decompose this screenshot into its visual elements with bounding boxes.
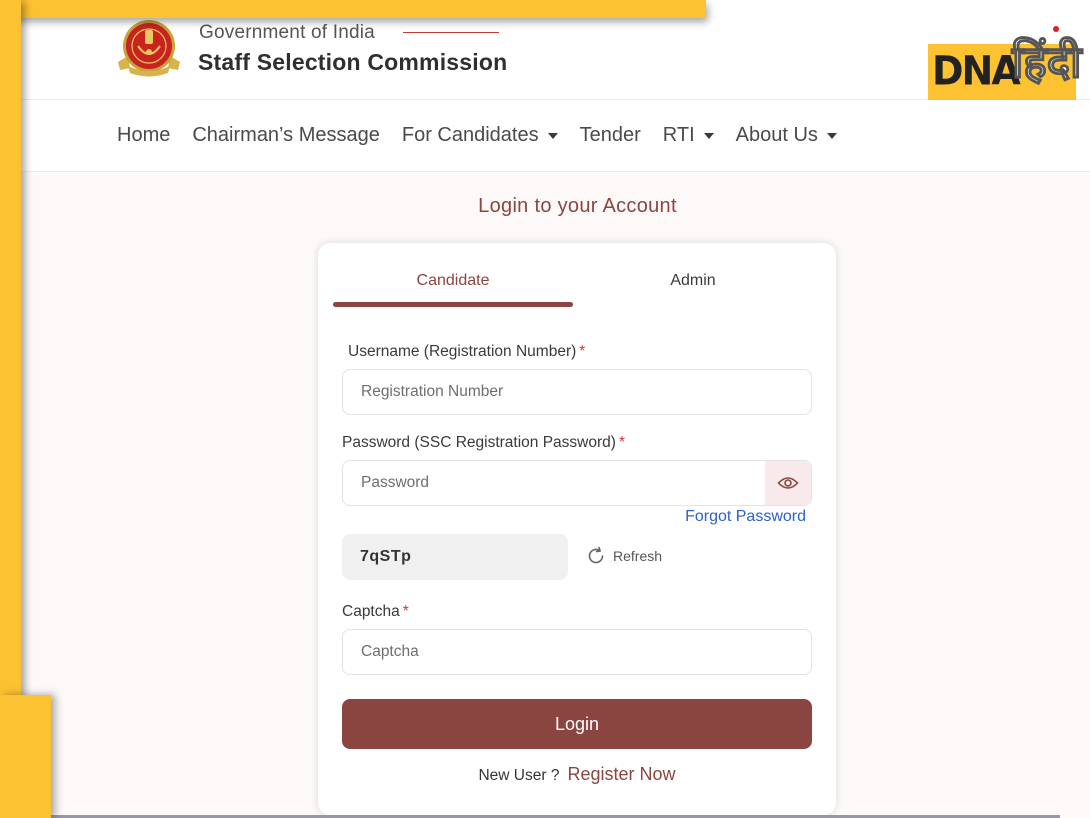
- dna-hindi-watermark: DNA हिंदी: [926, 22, 1090, 106]
- forgot-password-link[interactable]: Forgot Password: [685, 508, 806, 526]
- nav-item-chairmans-message[interactable]: Chairman’s Message: [192, 124, 380, 147]
- nav-label: For Candidates: [401, 124, 539, 146]
- required-mark: *: [618, 434, 625, 451]
- new-user-row: New User ? Register Now: [318, 764, 836, 785]
- nav-list: Home Chairman’s Message For Candidates T…: [117, 124, 859, 147]
- org-subtitle: Government of India: [199, 22, 375, 43]
- frame-border-top: [0, 0, 706, 18]
- username-label: Username (Registration Number) *: [348, 343, 585, 361]
- login-button[interactable]: Login: [342, 699, 812, 749]
- captcha-label: Captcha *: [342, 603, 409, 621]
- active-tab-indicator: [333, 302, 573, 307]
- new-user-text: New User ?: [478, 767, 560, 784]
- watermark-hindi: हिंदी: [1011, 36, 1082, 89]
- nav-item-tender[interactable]: Tender: [580, 124, 641, 147]
- frame-border-left: [0, 0, 21, 700]
- required-mark: *: [579, 343, 586, 360]
- required-mark: *: [402, 603, 409, 620]
- frame-border-left-lower: [0, 695, 51, 818]
- nav-label: About Us: [735, 124, 818, 146]
- watermark-dot: [1053, 26, 1059, 32]
- tab-admin[interactable]: Admin: [573, 272, 813, 290]
- subtitle-rule: [403, 32, 499, 33]
- main-nav: Home Chairman’s Message For Candidates T…: [0, 100, 1090, 172]
- captcha-label-text: Captcha: [342, 603, 400, 620]
- password-field-group: [342, 460, 812, 506]
- show-password-button[interactable]: [765, 461, 811, 505]
- refresh-label: Refresh: [613, 548, 663, 564]
- password-label: Password (SSC Registration Password) *: [342, 434, 625, 452]
- username-label-text: Username (Registration Number): [348, 343, 577, 360]
- register-now-link[interactable]: Register Now: [567, 764, 675, 784]
- caret-down-icon: [547, 132, 558, 139]
- password-input[interactable]: [342, 460, 812, 506]
- login-card: Candidate Admin Username (Registration N…: [318, 243, 836, 815]
- username-input[interactable]: [342, 369, 812, 415]
- nav-item-for-candidates[interactable]: For Candidates: [402, 124, 558, 147]
- tab-candidate[interactable]: Candidate: [333, 272, 573, 290]
- login-tabs: Candidate Admin: [333, 263, 813, 309]
- refresh-captcha-button[interactable]: Refresh: [586, 546, 662, 566]
- org-title[interactable]: Staff Selection Commission: [198, 49, 507, 76]
- caret-down-icon: [826, 132, 837, 139]
- captcha-input[interactable]: [342, 629, 812, 675]
- nav-label: RTI: [662, 124, 695, 146]
- nav-item-home[interactable]: Home: [117, 124, 170, 147]
- caret-down-icon: [703, 132, 714, 139]
- captcha-code: 7qSTp: [342, 534, 568, 580]
- nav-label: Tender: [579, 124, 641, 146]
- eye-icon: [777, 477, 799, 489]
- ssc-emblem-logo[interactable]: [116, 18, 182, 80]
- page-title: Login to your Account: [478, 195, 677, 217]
- watermark-latin: DNA: [932, 47, 1021, 95]
- nav-label: Chairman’s Message: [192, 124, 380, 146]
- nav-item-about-us[interactable]: About Us: [736, 124, 837, 147]
- nav-item-rti[interactable]: RTI: [663, 124, 714, 147]
- password-label-text: Password (SSC Registration Password): [342, 434, 616, 451]
- nav-label: Home: [117, 124, 171, 146]
- refresh-icon: [588, 546, 604, 564]
